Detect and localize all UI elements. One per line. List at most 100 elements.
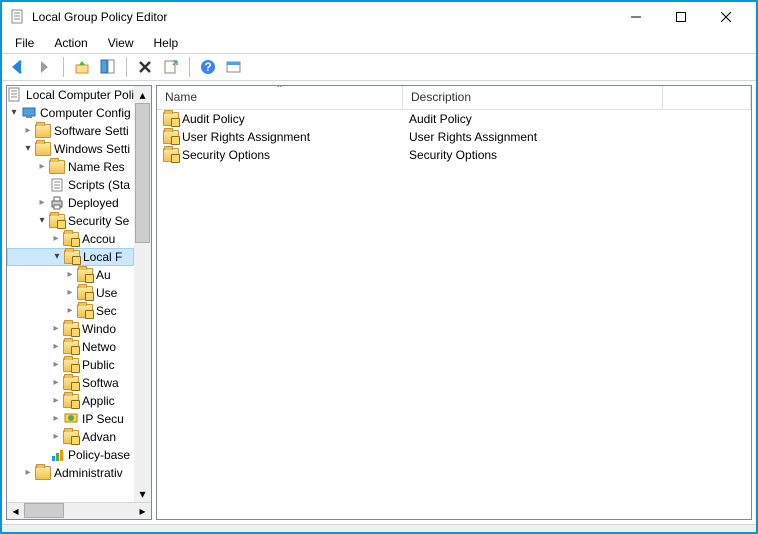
expand-icon[interactable] <box>21 126 35 136</box>
tree-item[interactable]: Public <box>7 356 134 374</box>
expand-icon[interactable] <box>49 378 63 388</box>
tree-item[interactable]: Advan <box>7 428 134 446</box>
tree-item-label: Advan <box>82 430 116 444</box>
tree-item-label: Deployed <box>68 196 119 210</box>
menu-action[interactable]: Action <box>51 34 90 52</box>
column-header-name[interactable]: Name <box>157 86 403 109</box>
tree-item-label: Local F <box>83 250 122 264</box>
close-button[interactable] <box>703 3 748 31</box>
tree-item-label: Software Setti <box>54 124 129 138</box>
tree-item-label: Accou <box>82 232 115 246</box>
tree-item[interactable]: Windows Setti <box>7 140 134 158</box>
expand-icon[interactable] <box>49 360 63 370</box>
list-item-description: Security Options <box>409 148 497 162</box>
tree-item-label: Windows Setti <box>54 142 130 156</box>
tree-item[interactable]: Scripts (Sta <box>7 176 134 194</box>
tree-item[interactable]: Software Setti <box>7 122 134 140</box>
tree-item[interactable]: Accou <box>7 230 134 248</box>
export-button[interactable] <box>160 56 182 78</box>
menubar: File Action View Help <box>2 32 756 53</box>
tree-item-label: Policy-base <box>68 448 130 462</box>
column-header-blank[interactable] <box>663 86 751 109</box>
tree-item[interactable]: Local Computer Polic <box>7 86 134 104</box>
list-item-description: Audit Policy <box>409 112 472 126</box>
tree-item-label: Windo <box>82 322 116 336</box>
up-button[interactable] <box>71 56 93 78</box>
window-title: Local Group Policy Editor <box>32 10 613 24</box>
content-area: Local Computer PolicComputer Config Softw… <box>2 81 756 524</box>
showhide-button[interactable] <box>223 56 245 78</box>
expand-icon[interactable] <box>35 216 49 226</box>
expand-icon[interactable] <box>49 324 63 334</box>
tree-item[interactable]: Administrativ <box>7 464 134 482</box>
expand-icon[interactable] <box>63 288 77 298</box>
expand-icon[interactable] <box>35 162 49 172</box>
tree-item-label: Netwo <box>82 340 116 354</box>
list-item-name: Audit Policy <box>182 112 245 126</box>
tree-item-label: Administrativ <box>54 466 123 480</box>
expand-icon[interactable] <box>49 234 63 244</box>
expand-icon[interactable] <box>63 270 77 280</box>
expand-icon[interactable] <box>50 252 64 262</box>
tree-item[interactable]: Policy-base <box>7 446 134 464</box>
forward-button[interactable] <box>34 56 56 78</box>
scroll-down-icon[interactable]: ▾ <box>134 485 151 502</box>
list-item-name: User Rights Assignment <box>182 130 310 144</box>
tree-panel: Local Computer PolicComputer Config Softw… <box>6 85 152 520</box>
menu-view[interactable]: View <box>105 34 137 52</box>
tree-item[interactable]: Security Se <box>7 212 134 230</box>
properties-button[interactable] <box>97 56 119 78</box>
toolbar-separator <box>126 57 127 77</box>
tree-item[interactable]: Applic <box>7 392 134 410</box>
tree-item[interactable]: Sec <box>7 302 134 320</box>
tree-item-label: Use <box>96 286 117 300</box>
scroll-left-icon[interactable]: ◂ <box>7 503 24 520</box>
tree-item[interactable]: Softwa <box>7 374 134 392</box>
tree-item[interactable]: IP Secu <box>7 410 134 428</box>
toolbar-separator <box>189 57 190 77</box>
column-header-description[interactable]: Description <box>403 86 663 109</box>
tree-item-label: Scripts (Sta <box>68 178 130 192</box>
menu-help[interactable]: Help <box>151 34 182 52</box>
tree-vertical-scrollbar[interactable]: ▴ ▾ <box>134 86 151 502</box>
list-item[interactable]: Audit Policy Audit Policy <box>157 110 751 128</box>
help-button[interactable] <box>197 56 219 78</box>
tree-item[interactable]: Use <box>7 284 134 302</box>
tree-item[interactable]: Deployed <box>7 194 134 212</box>
expand-icon[interactable] <box>21 468 35 478</box>
tree-item[interactable]: Au <box>7 266 134 284</box>
scroll-right-icon[interactable]: ▸ <box>134 503 151 520</box>
menu-file[interactable]: File <box>12 34 37 52</box>
minimize-button[interactable] <box>613 3 658 31</box>
tree-horizontal-scrollbar[interactable]: ◂ ▸ <box>7 502 151 519</box>
expand-icon[interactable] <box>35 198 49 208</box>
maximize-button[interactable] <box>658 3 703 31</box>
scroll-up-icon[interactable]: ▴ <box>134 86 151 103</box>
tree-body[interactable]: Local Computer PolicComputer Config Softw… <box>7 86 151 502</box>
expand-icon[interactable] <box>49 342 63 352</box>
expand-icon[interactable] <box>49 432 63 442</box>
expand-icon[interactable] <box>7 108 21 118</box>
statusbar <box>2 524 756 532</box>
back-button[interactable] <box>8 56 30 78</box>
folder-lock-icon <box>163 148 179 162</box>
tree-item[interactable]: Netwo <box>7 338 134 356</box>
tree-item[interactable]: Windo <box>7 320 134 338</box>
tree-item[interactable]: Local F <box>7 248 134 266</box>
expand-icon[interactable] <box>49 396 63 406</box>
list-panel: Name Description Audit PolicyAudit Polic… <box>156 85 752 520</box>
scroll-thumb[interactable] <box>24 503 64 518</box>
expand-icon[interactable] <box>21 144 35 154</box>
delete-button[interactable] <box>134 56 156 78</box>
expand-icon[interactable] <box>63 306 77 316</box>
list-item[interactable]: User Rights AssignmentUser Rights Assign… <box>157 128 751 146</box>
toolbar <box>2 53 756 81</box>
folder-lock-icon <box>163 130 179 144</box>
scroll-thumb[interactable] <box>135 103 150 243</box>
tree-item[interactable]: Name Res <box>7 158 134 176</box>
expand-icon[interactable] <box>49 414 63 424</box>
list-item-name: Security Options <box>182 148 270 162</box>
list-item[interactable]: Security Options Security Options <box>157 146 751 164</box>
list-body[interactable]: Audit Policy Audit Policy User Rights Assi… <box>157 110 751 519</box>
tree-item[interactable]: Computer Config <box>7 104 134 122</box>
